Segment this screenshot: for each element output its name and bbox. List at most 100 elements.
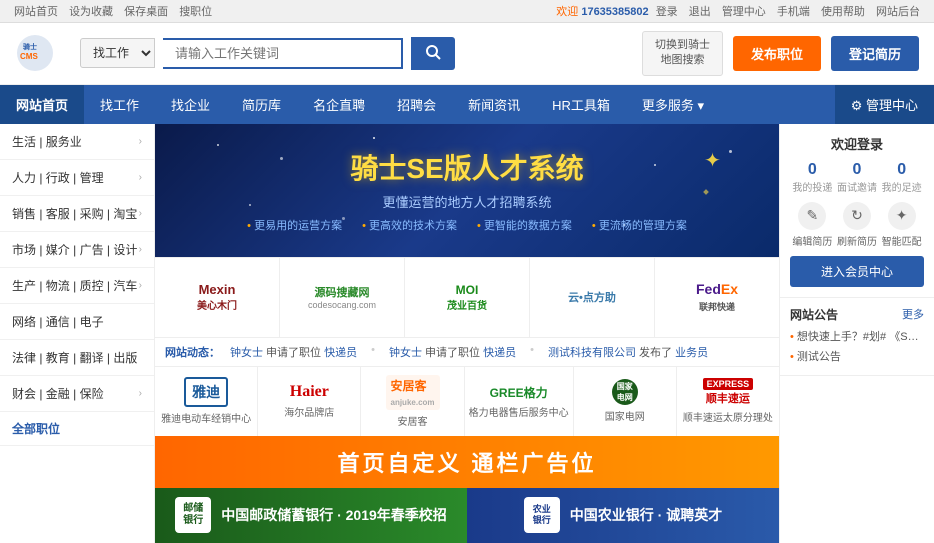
haier-label: 海尔品牌店	[284, 404, 334, 419]
cat-hr-admin[interactable]: 人力 | 行政 | 管理 ›	[0, 160, 154, 196]
state-grid-logo: 国家电网	[612, 379, 638, 405]
notice-more-link[interactable]: 更多	[902, 306, 924, 322]
nav-item-elite[interactable]: 名企直聘	[297, 85, 381, 124]
client-haier[interactable]: Haier 海尔品牌店	[258, 367, 361, 436]
smart-match-action[interactable]: ✦ 智能匹配	[882, 202, 922, 248]
topbar-login[interactable]: 登录	[656, 6, 678, 18]
search-input[interactable]	[163, 38, 403, 69]
applied-label: 我的投递	[792, 179, 832, 194]
nav-item-home[interactable]: 网站首页	[0, 85, 84, 124]
nav-item-more[interactable]: 更多服务 ▾	[626, 85, 720, 124]
footprint-count: 0	[882, 161, 922, 179]
partner-mexin[interactable]: Mexin美心木门	[155, 258, 280, 337]
partner-yunjian[interactable]: 云•点方助	[530, 258, 655, 337]
cat-life-services[interactable]: 生活 | 服务业 ›	[0, 124, 154, 160]
nav-item-hr[interactable]: HR工具箱	[536, 85, 626, 124]
member-center-button[interactable]: 进入会员中心	[790, 256, 924, 287]
login-stats: 0 我的投递 0 面试邀请 0 我的足迹	[790, 161, 924, 194]
arrow-icon: ›	[139, 136, 142, 147]
mexin-logo: Mexin美心木门	[197, 282, 237, 312]
topbar-mobile[interactable]: 手机端	[777, 6, 810, 18]
haier-logo: Haier	[290, 383, 329, 401]
partner-moi[interactable]: MOI茂业百货	[405, 258, 530, 337]
topbar-phone: 17635385802	[581, 6, 648, 18]
big-banner-ad[interactable]: 首页自定义 通栏广告位	[155, 436, 779, 488]
search-area: 找工作 找企业	[80, 37, 455, 70]
footprint-label: 我的足迹	[882, 179, 922, 194]
logo[interactable]: 骑士 CMS	[15, 33, 55, 73]
search-type-select[interactable]: 找工作 找企业	[80, 38, 155, 68]
svg-text:骑士: 骑士	[23, 42, 37, 51]
cat-production[interactable]: 生产 | 物流 | 质控 | 汽车 ›	[0, 268, 154, 304]
notice-item-1[interactable]: 想快速上手？#划# 《SE版帮助手...	[790, 328, 924, 348]
topbar-logout[interactable]: 退出	[689, 6, 711, 18]
state-grid-label: 国家电网	[605, 408, 645, 423]
bottom-banner-abc[interactable]: 农业银行 中国农业银行 · 诚聘英才	[467, 488, 779, 543]
topbar-favorite[interactable]: 设为收藏	[69, 6, 113, 18]
star-burst: ✦	[704, 148, 721, 173]
notice-item-2[interactable]: 测试公告	[790, 348, 924, 368]
client-gree[interactable]: GREE格力 格力电器售后服务中心	[465, 367, 574, 436]
login-stat-applied: 0 我的投递	[792, 161, 832, 194]
client-yadi[interactable]: 雅迪 雅迪电动车经销中心	[155, 367, 258, 436]
topbar-help[interactable]: 搜职位	[179, 6, 212, 18]
cat-all-jobs[interactable]: 全部职位	[0, 412, 154, 446]
partner-fedex[interactable]: FedEx 联邦快递	[655, 258, 779, 337]
nav-item-resumes[interactable]: 简历库	[226, 85, 297, 124]
topbar-home[interactable]: 网站首页	[14, 6, 58, 18]
topbar-desktop[interactable]: 保存桌面	[124, 6, 168, 18]
category-menu: 生活 | 服务业 › 人力 | 行政 | 管理 › 销售 | 客服 | 采购 |…	[0, 124, 155, 543]
news-ticker: 网站动态： 钟女士 申请了职位 快递员 • 钟女士 申请了职位 快递员 • 测试…	[155, 337, 779, 366]
search-button[interactable]	[411, 37, 455, 70]
topbar-user-help[interactable]: 使用帮助	[821, 6, 865, 18]
interview-label: 面试邀请	[837, 179, 877, 194]
hero-banner[interactable]: ✦ 骑士SE版人才系统 更懂运营的地方人才招聘系统 更易用的运营方案 更高效的技…	[155, 124, 779, 257]
ticker-item-3: 测试科技有限公司 发布了 业务员	[548, 344, 708, 360]
post-job-button[interactable]: 发布职位	[733, 36, 821, 71]
client-logos: 雅迪 雅迪电动车经销中心 Haier 海尔品牌店 安居客anjuke.com 安…	[155, 366, 779, 436]
client-anjuke[interactable]: 安居客anjuke.com 安居客	[361, 367, 464, 436]
logo-icon: 骑士 CMS	[15, 33, 55, 73]
partner-sources[interactable]: 源码搜藏网 codesocang.com	[280, 258, 405, 337]
nav-item-fair[interactable]: 招聘会	[381, 85, 452, 124]
anjuke-label: 安居客	[398, 413, 428, 428]
banner-features: 更易用的运营方案 更高效的技术方案 更智能的数据方案 更流畅的管理方案	[247, 217, 687, 233]
bottom-banner-postal[interactable]: 邮储银行 中国邮政储蓄银行 · 2019年春季校招	[155, 488, 467, 543]
cat-it[interactable]: 网络 | 通信 | 电子	[0, 304, 154, 340]
cat-market[interactable]: 市场 | 媒介 | 广告 | 设计 ›	[0, 232, 154, 268]
client-sf-express[interactable]: EXPRESS 顺丰速运 顺丰速运太原分理处	[677, 367, 779, 436]
search-icon	[425, 44, 441, 60]
banner-feature-3: 更智能的数据方案	[477, 217, 572, 233]
banner-title: 骑士SE版人才系统	[247, 147, 687, 187]
nav-item-jobs[interactable]: 找工作	[84, 85, 155, 124]
header: 骑士 CMS 找工作 找企业 切换到骑士 地图搜索 发布职位 登记简历	[0, 23, 934, 85]
client-state-grid[interactable]: 国家电网 国家电网	[574, 367, 677, 436]
nav-item-admin[interactable]: ⚙ 管理中心	[835, 85, 934, 124]
header-right: 切换到骑士 地图搜索 发布职位 登记简历	[642, 31, 919, 76]
location-button[interactable]: 切换到骑士 地图搜索	[642, 31, 723, 76]
login-stat-interview: 0 面试邀请	[837, 161, 877, 194]
topbar-welcome: 欢迎	[556, 6, 578, 18]
sources-logo: 源码搜藏网 codesocang.com	[308, 284, 376, 310]
refresh-resume-icon: ↻	[843, 202, 871, 230]
nav-item-news[interactable]: 新闻资讯	[452, 85, 536, 124]
register-resume-button[interactable]: 登记简历	[831, 36, 919, 71]
nav-item-companies[interactable]: 找企业	[155, 85, 226, 124]
edit-resume-icon: ✎	[798, 202, 826, 230]
location-line1: 切换到骑士	[655, 38, 710, 53]
cat-finance[interactable]: 财会 | 金融 | 保险 ›	[0, 376, 154, 412]
main-layout: 生活 | 服务业 › 人力 | 行政 | 管理 › 销售 | 客服 | 采购 |…	[0, 124, 934, 543]
banner-feature-4: 更流畅的管理方案	[592, 217, 687, 233]
topbar-site-admin[interactable]: 网站后台	[876, 6, 920, 18]
arrow-icon: ›	[139, 172, 142, 183]
topbar-admin[interactable]: 管理中心	[722, 6, 766, 18]
fedex-logo: FedEx 联邦快递	[696, 281, 738, 313]
ticker-item-1: 钟女士 申请了职位 快递员	[230, 344, 357, 360]
refresh-resume-action[interactable]: ↻ 刷新简历	[837, 202, 877, 248]
edit-resume-action[interactable]: ✎ 编辑简历	[792, 202, 832, 248]
chevron-down-icon: ▾	[698, 98, 705, 113]
cat-sales[interactable]: 销售 | 客服 | 采购 | 淘宝 ›	[0, 196, 154, 232]
arrow-icon: ›	[139, 208, 142, 219]
cat-law[interactable]: 法律 | 教育 | 翻译 | 出版	[0, 340, 154, 376]
yadi-logo: 雅迪	[184, 377, 228, 407]
